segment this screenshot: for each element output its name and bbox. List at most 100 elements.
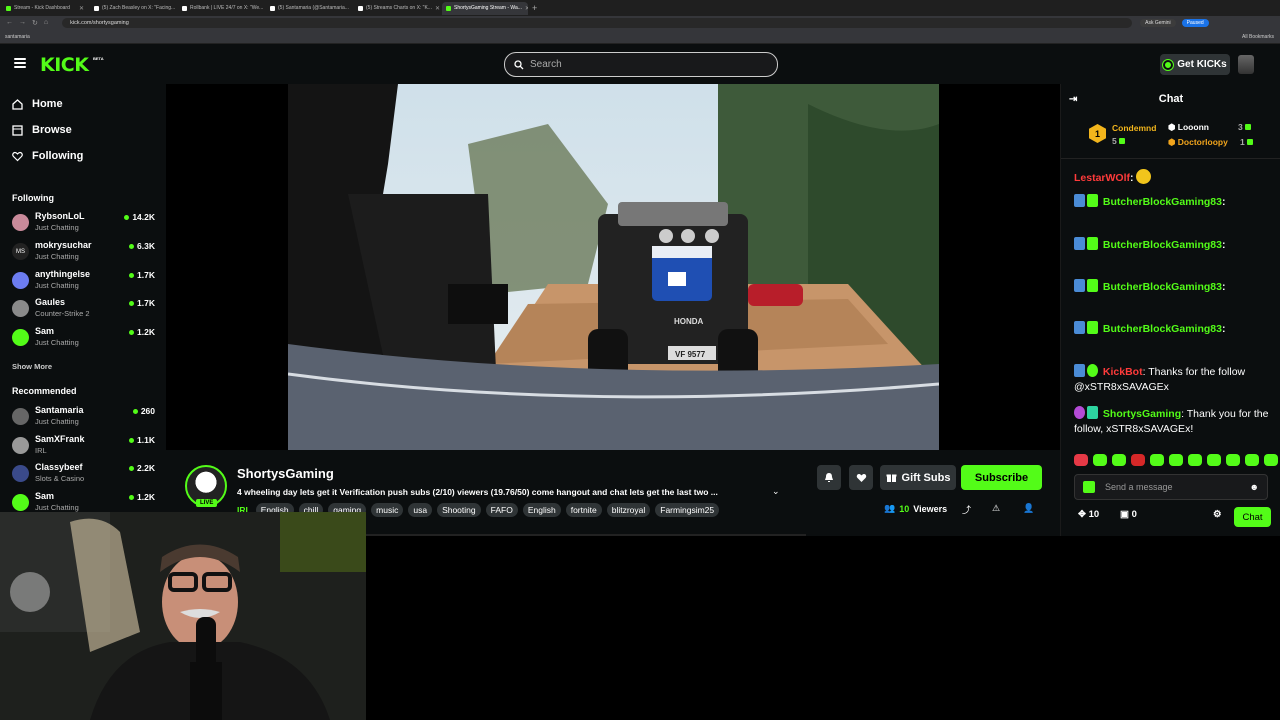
live-dot-icon xyxy=(129,300,135,306)
emote-icon xyxy=(1136,169,1152,184)
emote-icon[interactable] xyxy=(1112,454,1126,466)
bookmark-item[interactable]: santamaria xyxy=(5,34,30,40)
sidebar-nav-following[interactable]: Following xyxy=(12,150,83,162)
chat-username[interactable]: ButcherBlockGaming83 xyxy=(1103,196,1222,208)
search-bar[interactable] xyxy=(504,52,778,77)
chat-username[interactable]: ButcherBlockGaming83 xyxy=(1103,239,1222,251)
new-tab-icon[interactable]: + xyxy=(532,3,537,13)
avatar xyxy=(12,272,29,289)
reload-icon[interactable]: ↻ xyxy=(32,19,38,27)
user-options-icon[interactable]: 👤 xyxy=(1023,503,1034,514)
emote-icon[interactable] xyxy=(1226,454,1240,466)
channel-name[interactable]: ShortysGaming xyxy=(237,466,334,481)
browser-tab[interactable]: (5) Zach Beasley on X: "Facing...✕ xyxy=(90,2,176,15)
browser-tab-active[interactable]: ShortysGaming Stream - Wa... ✕ xyxy=(442,1,528,15)
tag[interactable]: Farmingsim25 xyxy=(655,503,720,517)
user-avatar[interactable] xyxy=(1238,55,1254,74)
tag[interactable]: English xyxy=(522,503,561,517)
get-kicks-button[interactable]: Get KICKs xyxy=(1160,54,1230,75)
chat-username[interactable]: LestarWOlf xyxy=(1074,172,1130,184)
browser-tab[interactable]: Rollbank | LIVE 24/7 on X: "We...✕ xyxy=(178,2,264,15)
tag[interactable]: blitzroyal xyxy=(606,503,651,517)
kicks-balance[interactable]: ✥ 10 xyxy=(1078,509,1099,520)
send-chat-button[interactable]: Chat xyxy=(1234,507,1271,527)
following-channel-item[interactable]: RybsonLoL Just Chatting 14.2K xyxy=(12,210,158,236)
following-channel-item[interactable]: Sam Just Chatting 1.2K xyxy=(12,325,158,351)
emote-icon[interactable] xyxy=(1169,454,1183,466)
verified-icon xyxy=(1087,364,1098,377)
close-tab-icon[interactable]: ✕ xyxy=(435,5,440,12)
kicks-icon: ✥ xyxy=(1078,509,1086,520)
chat-username[interactable]: ButcherBlockGaming83 xyxy=(1103,281,1222,293)
tag[interactable]: fortnite xyxy=(565,503,602,517)
address-bar[interactable]: kick.com/shortysgaming xyxy=(62,18,1133,28)
avatar: MS xyxy=(12,243,29,260)
video-player[interactable]: HONDA VF 9577 xyxy=(288,84,939,450)
emote-icon[interactable] xyxy=(1264,454,1278,466)
home-browser-icon[interactable]: ⌂ xyxy=(44,19,48,27)
forward-icon[interactable]: → xyxy=(19,19,26,27)
gift-subs-button[interactable]: Gift Subs xyxy=(880,465,956,490)
following-heading: Following xyxy=(12,193,54,203)
collapse-chat-icon[interactable]: ⇥ xyxy=(1069,94,1077,105)
recommended-channel-item[interactable]: Santamaria Just Chatting 260 xyxy=(12,404,158,430)
following-channel-item[interactable]: anythingelse Just Chatting 1.7K xyxy=(12,268,158,294)
chat-title: Chat xyxy=(1158,93,1184,105)
ask-gemini-button[interactable]: Ask Gemini xyxy=(1140,19,1176,27)
live-dot-icon xyxy=(132,408,138,414)
emote-icon[interactable] xyxy=(1093,454,1107,466)
chat-username[interactable]: ButcherBlockGaming83 xyxy=(1103,323,1222,335)
kick-logo[interactable]: KICK xyxy=(40,54,89,76)
emoji-icon[interactable]: ☻ xyxy=(1250,482,1259,492)
favicon-icon xyxy=(6,5,11,11)
chat-username[interactable]: KickBot xyxy=(1103,366,1143,378)
badge-icon xyxy=(1087,406,1098,419)
chat-input-box[interactable]: ☻ xyxy=(1074,474,1268,500)
close-tab-icon[interactable]: ✕ xyxy=(525,5,528,12)
share-icon[interactable]: ⤴ xyxy=(962,503,971,516)
menu-icon[interactable] xyxy=(14,58,26,68)
profile-paused-button[interactable]: Paused xyxy=(1181,19,1209,27)
sidebar-nav-browse[interactable]: Browse xyxy=(12,124,72,136)
chat-username[interactable]: ShortysGaming xyxy=(1103,408,1181,420)
tag[interactable]: music xyxy=(371,503,404,517)
emote-icon[interactable] xyxy=(1150,454,1164,466)
following-channel-item[interactable]: MS mokrysuchar Just Chatting 6.3K xyxy=(12,239,158,265)
chat-message-input[interactable] xyxy=(1105,482,1245,492)
sidebar-nav-home[interactable]: Home xyxy=(12,98,63,110)
chevron-down-icon[interactable]: ⌄ xyxy=(772,486,780,497)
browser-tab[interactable]: Stream - Kick Dashboard ✕ xyxy=(2,2,88,15)
emote-icon[interactable] xyxy=(1074,454,1088,466)
notification-bell-button[interactable] xyxy=(817,465,841,490)
browser-tab[interactable]: (5) Streams Charts on X: "K... ✕ xyxy=(354,2,440,15)
chat-settings-icon[interactable]: ⚙ xyxy=(1213,509,1222,520)
close-tab-icon[interactable]: ✕ xyxy=(79,5,84,12)
subscribe-button[interactable]: Subscribe xyxy=(961,465,1042,490)
following-channel-item[interactable]: Gaules Counter-Strike 2 1.7K xyxy=(12,296,158,322)
live-dot-icon xyxy=(129,243,135,249)
show-more-button[interactable]: Show More xyxy=(12,362,52,371)
tag[interactable]: FAFO xyxy=(485,503,518,517)
emote-icon[interactable] xyxy=(1188,454,1202,466)
live-dot-icon xyxy=(129,465,135,471)
badge-icon xyxy=(1074,237,1085,250)
tag[interactable]: usa xyxy=(408,503,433,517)
all-bookmarks[interactable]: All Bookmarks xyxy=(1242,34,1274,40)
recommended-channel-item[interactable]: SamXFrank IRL 1.1K xyxy=(12,433,158,459)
back-icon[interactable]: ← xyxy=(6,19,13,27)
gift-balance[interactable]: ▣ 0 xyxy=(1120,509,1137,520)
follow-button[interactable] xyxy=(849,465,873,490)
search-input[interactable] xyxy=(530,59,750,70)
rank-badge-icon: 1 xyxy=(1089,124,1106,143)
emote-icon[interactable] xyxy=(1207,454,1221,466)
emote-icon[interactable] xyxy=(1245,454,1259,466)
leaderboard-user[interactable]: Condemnd xyxy=(1112,123,1156,133)
gift-box-icon: ▣ xyxy=(1120,509,1129,520)
vehicle-brand-text: HONDA xyxy=(674,317,704,326)
browser-tab[interactable]: (5) Santamaria (@Santamaria...✕ xyxy=(266,2,352,15)
recommended-channel-item[interactable]: Classybeef Slots & Casino 2.2K xyxy=(12,461,158,487)
report-icon[interactable]: ⚠ xyxy=(992,503,1000,514)
emote-icon[interactable] xyxy=(1131,454,1145,466)
tag[interactable]: Shooting xyxy=(437,503,481,517)
webcam-frame xyxy=(0,512,366,720)
